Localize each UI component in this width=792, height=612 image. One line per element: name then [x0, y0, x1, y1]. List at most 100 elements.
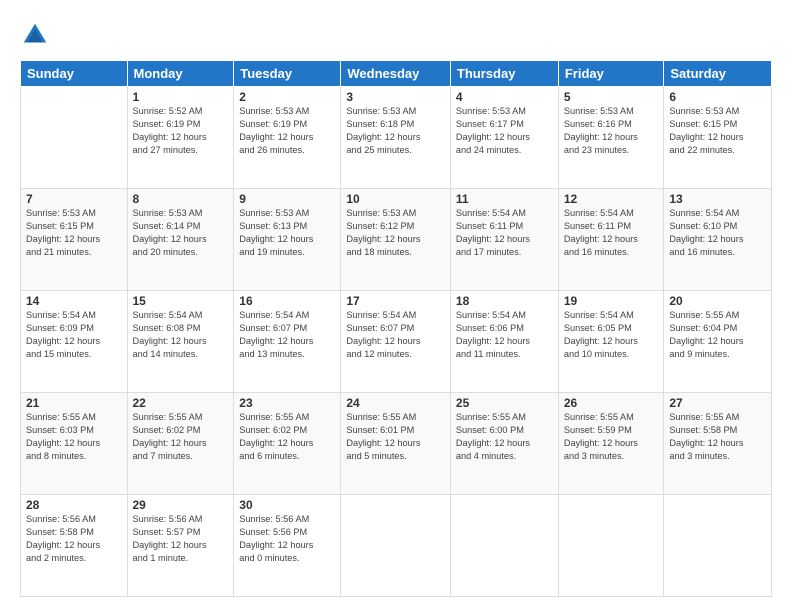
- day-header-sunday: Sunday: [21, 61, 128, 87]
- day-header-friday: Friday: [558, 61, 664, 87]
- calendar-cell: 6Sunrise: 5:53 AMSunset: 6:15 PMDaylight…: [664, 87, 772, 189]
- calendar-cell: 16Sunrise: 5:54 AMSunset: 6:07 PMDayligh…: [234, 291, 341, 393]
- day-number: 3: [346, 90, 445, 104]
- calendar-cell: 25Sunrise: 5:55 AMSunset: 6:00 PMDayligh…: [450, 393, 558, 495]
- calendar-cell: 8Sunrise: 5:53 AMSunset: 6:14 PMDaylight…: [127, 189, 234, 291]
- day-number: 14: [26, 294, 122, 308]
- calendar-cell: 19Sunrise: 5:54 AMSunset: 6:05 PMDayligh…: [558, 291, 664, 393]
- day-number: 22: [133, 396, 229, 410]
- day-info: Sunrise: 5:54 AMSunset: 6:07 PMDaylight:…: [239, 309, 335, 361]
- calendar-cell: 22Sunrise: 5:55 AMSunset: 6:02 PMDayligh…: [127, 393, 234, 495]
- day-number: 11: [456, 192, 553, 206]
- day-header-saturday: Saturday: [664, 61, 772, 87]
- day-info: Sunrise: 5:55 AMSunset: 6:01 PMDaylight:…: [346, 411, 445, 463]
- day-number: 5: [564, 90, 659, 104]
- day-info: Sunrise: 5:54 AMSunset: 6:08 PMDaylight:…: [133, 309, 229, 361]
- logo-icon: [20, 20, 50, 50]
- day-number: 12: [564, 192, 659, 206]
- day-number: 28: [26, 498, 122, 512]
- day-header-wednesday: Wednesday: [341, 61, 451, 87]
- day-info: Sunrise: 5:54 AMSunset: 6:06 PMDaylight:…: [456, 309, 553, 361]
- calendar-cell: 18Sunrise: 5:54 AMSunset: 6:06 PMDayligh…: [450, 291, 558, 393]
- day-header-thursday: Thursday: [450, 61, 558, 87]
- calendar-week-row: 21Sunrise: 5:55 AMSunset: 6:03 PMDayligh…: [21, 393, 772, 495]
- header: [20, 15, 772, 50]
- calendar-cell: 15Sunrise: 5:54 AMSunset: 6:08 PMDayligh…: [127, 291, 234, 393]
- day-info: Sunrise: 5:56 AMSunset: 5:57 PMDaylight:…: [133, 513, 229, 565]
- page: SundayMondayTuesdayWednesdayThursdayFrid…: [0, 0, 792, 612]
- calendar-cell: [21, 87, 128, 189]
- day-number: 25: [456, 396, 553, 410]
- calendar-cell: [341, 495, 451, 597]
- calendar-cell: 1Sunrise: 5:52 AMSunset: 6:19 PMDaylight…: [127, 87, 234, 189]
- calendar-cell: 26Sunrise: 5:55 AMSunset: 5:59 PMDayligh…: [558, 393, 664, 495]
- day-info: Sunrise: 5:55 AMSunset: 6:00 PMDaylight:…: [456, 411, 553, 463]
- day-number: 29: [133, 498, 229, 512]
- day-number: 18: [456, 294, 553, 308]
- calendar-week-row: 28Sunrise: 5:56 AMSunset: 5:58 PMDayligh…: [21, 495, 772, 597]
- day-number: 2: [239, 90, 335, 104]
- day-number: 26: [564, 396, 659, 410]
- day-number: 6: [669, 90, 766, 104]
- day-number: 9: [239, 192, 335, 206]
- day-number: 1: [133, 90, 229, 104]
- day-info: Sunrise: 5:55 AMSunset: 6:02 PMDaylight:…: [133, 411, 229, 463]
- day-info: Sunrise: 5:53 AMSunset: 6:13 PMDaylight:…: [239, 207, 335, 259]
- day-info: Sunrise: 5:56 AMSunset: 5:58 PMDaylight:…: [26, 513, 122, 565]
- calendar-cell: 20Sunrise: 5:55 AMSunset: 6:04 PMDayligh…: [664, 291, 772, 393]
- logo: [20, 20, 54, 50]
- calendar-cell: 11Sunrise: 5:54 AMSunset: 6:11 PMDayligh…: [450, 189, 558, 291]
- calendar-cell: 5Sunrise: 5:53 AMSunset: 6:16 PMDaylight…: [558, 87, 664, 189]
- calendar-week-row: 14Sunrise: 5:54 AMSunset: 6:09 PMDayligh…: [21, 291, 772, 393]
- day-number: 13: [669, 192, 766, 206]
- calendar-cell: 2Sunrise: 5:53 AMSunset: 6:19 PMDaylight…: [234, 87, 341, 189]
- calendar-cell: 10Sunrise: 5:53 AMSunset: 6:12 PMDayligh…: [341, 189, 451, 291]
- day-info: Sunrise: 5:54 AMSunset: 6:09 PMDaylight:…: [26, 309, 122, 361]
- calendar-cell: 21Sunrise: 5:55 AMSunset: 6:03 PMDayligh…: [21, 393, 128, 495]
- day-number: 21: [26, 396, 122, 410]
- day-number: 30: [239, 498, 335, 512]
- day-info: Sunrise: 5:54 AMSunset: 6:05 PMDaylight:…: [564, 309, 659, 361]
- calendar-cell: [664, 495, 772, 597]
- day-info: Sunrise: 5:55 AMSunset: 6:02 PMDaylight:…: [239, 411, 335, 463]
- calendar-cell: 13Sunrise: 5:54 AMSunset: 6:10 PMDayligh…: [664, 189, 772, 291]
- day-number: 7: [26, 192, 122, 206]
- day-info: Sunrise: 5:54 AMSunset: 6:07 PMDaylight:…: [346, 309, 445, 361]
- day-info: Sunrise: 5:52 AMSunset: 6:19 PMDaylight:…: [133, 105, 229, 157]
- calendar-cell: 28Sunrise: 5:56 AMSunset: 5:58 PMDayligh…: [21, 495, 128, 597]
- day-info: Sunrise: 5:53 AMSunset: 6:14 PMDaylight:…: [133, 207, 229, 259]
- day-info: Sunrise: 5:53 AMSunset: 6:15 PMDaylight:…: [26, 207, 122, 259]
- day-number: 20: [669, 294, 766, 308]
- day-info: Sunrise: 5:54 AMSunset: 6:11 PMDaylight:…: [564, 207, 659, 259]
- day-info: Sunrise: 5:55 AMSunset: 6:03 PMDaylight:…: [26, 411, 122, 463]
- calendar-cell: 7Sunrise: 5:53 AMSunset: 6:15 PMDaylight…: [21, 189, 128, 291]
- calendar-cell: 17Sunrise: 5:54 AMSunset: 6:07 PMDayligh…: [341, 291, 451, 393]
- day-info: Sunrise: 5:53 AMSunset: 6:18 PMDaylight:…: [346, 105, 445, 157]
- day-number: 27: [669, 396, 766, 410]
- calendar-cell: 30Sunrise: 5:56 AMSunset: 5:56 PMDayligh…: [234, 495, 341, 597]
- calendar-cell: 23Sunrise: 5:55 AMSunset: 6:02 PMDayligh…: [234, 393, 341, 495]
- day-number: 23: [239, 396, 335, 410]
- day-info: Sunrise: 5:54 AMSunset: 6:11 PMDaylight:…: [456, 207, 553, 259]
- day-info: Sunrise: 5:55 AMSunset: 5:59 PMDaylight:…: [564, 411, 659, 463]
- calendar-cell: 24Sunrise: 5:55 AMSunset: 6:01 PMDayligh…: [341, 393, 451, 495]
- day-info: Sunrise: 5:53 AMSunset: 6:12 PMDaylight:…: [346, 207, 445, 259]
- calendar-cell: 27Sunrise: 5:55 AMSunset: 5:58 PMDayligh…: [664, 393, 772, 495]
- calendar-week-row: 7Sunrise: 5:53 AMSunset: 6:15 PMDaylight…: [21, 189, 772, 291]
- day-info: Sunrise: 5:53 AMSunset: 6:16 PMDaylight:…: [564, 105, 659, 157]
- calendar-table: SundayMondayTuesdayWednesdayThursdayFrid…: [20, 60, 772, 597]
- day-info: Sunrise: 5:54 AMSunset: 6:10 PMDaylight:…: [669, 207, 766, 259]
- day-header-tuesday: Tuesday: [234, 61, 341, 87]
- calendar-cell: 3Sunrise: 5:53 AMSunset: 6:18 PMDaylight…: [341, 87, 451, 189]
- day-info: Sunrise: 5:55 AMSunset: 5:58 PMDaylight:…: [669, 411, 766, 463]
- day-info: Sunrise: 5:56 AMSunset: 5:56 PMDaylight:…: [239, 513, 335, 565]
- day-number: 4: [456, 90, 553, 104]
- calendar-cell: 14Sunrise: 5:54 AMSunset: 6:09 PMDayligh…: [21, 291, 128, 393]
- day-info: Sunrise: 5:53 AMSunset: 6:17 PMDaylight:…: [456, 105, 553, 157]
- day-number: 10: [346, 192, 445, 206]
- calendar-cell: [450, 495, 558, 597]
- day-number: 15: [133, 294, 229, 308]
- day-info: Sunrise: 5:53 AMSunset: 6:15 PMDaylight:…: [669, 105, 766, 157]
- day-number: 24: [346, 396, 445, 410]
- calendar-cell: 29Sunrise: 5:56 AMSunset: 5:57 PMDayligh…: [127, 495, 234, 597]
